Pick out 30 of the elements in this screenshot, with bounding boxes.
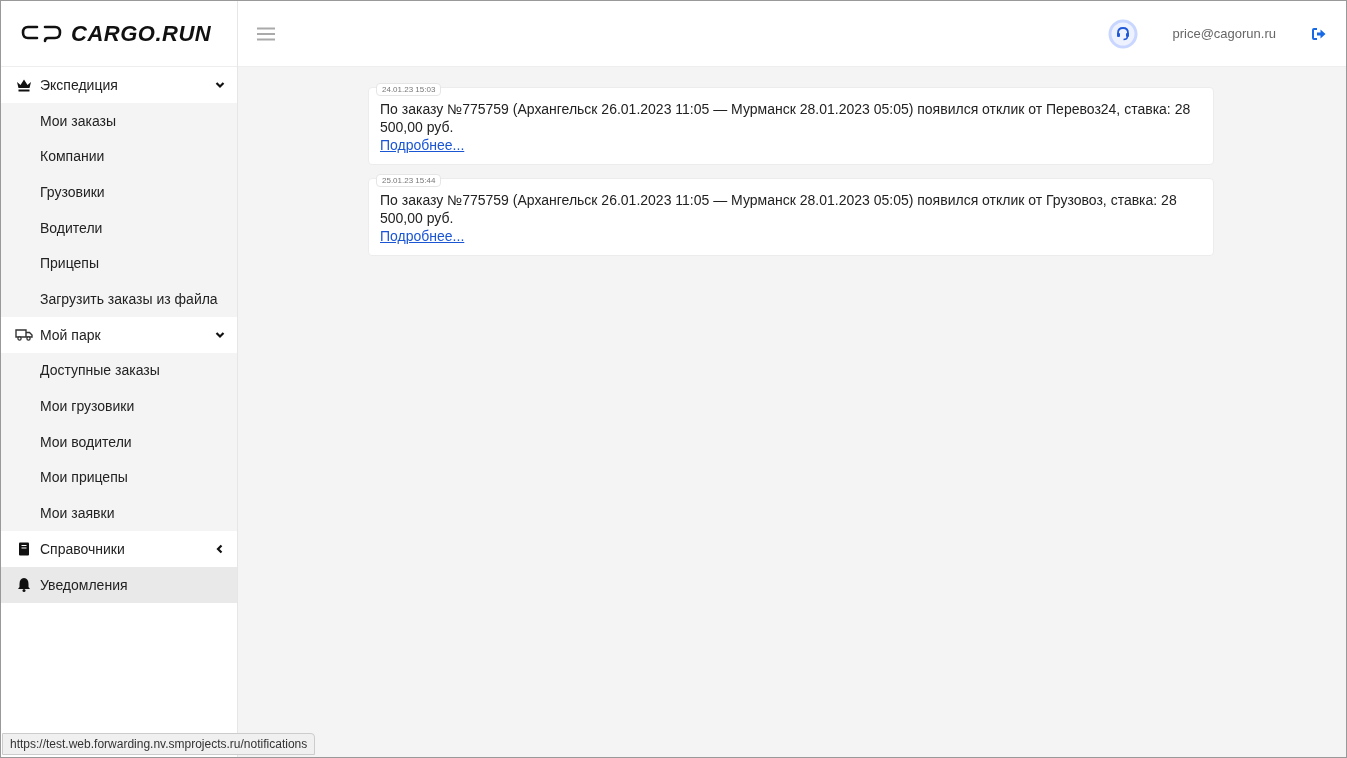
chevron-left-icon bbox=[215, 543, 225, 554]
logo-text: CARGO.RUN bbox=[71, 20, 212, 47]
logo-icon bbox=[21, 23, 63, 44]
sidebar-item[interactable]: Мои водители bbox=[1, 423, 237, 460]
crown-icon bbox=[15, 78, 33, 92]
details-link[interactable]: Подробнее... bbox=[380, 137, 465, 153]
notification-time: 25.01.23 15:44 bbox=[376, 174, 442, 187]
chevron-down-icon bbox=[215, 329, 225, 340]
sidebar-item[interactable]: Мои грузовики bbox=[1, 388, 237, 424]
sidebar-item[interactable]: Мои прицепы bbox=[1, 459, 237, 495]
notification-text: По заказу №775759 (Архангельск 26.01.2023 11:05 — Мурманск 28.01.2023 05:05) появился отклик от Грузовоз, ставка: 28 500,00 руб. bbox=[380, 191, 1178, 227]
sidebar-item[interactable]: Загрузить заказы из файла bbox=[1, 280, 237, 317]
sidebar-item[interactable]: Компании bbox=[1, 138, 237, 175]
notification-text: По заказу №775759 (Архангельск 26.01.2023 11:05 — Мурманск 28.01.2023 05:05) появился отклик от Перевоз24, ставка: 28 500,00 руб. bbox=[380, 100, 1192, 136]
logout-icon[interactable] bbox=[1312, 27, 1326, 40]
sidebar-item[interactable]: Водители bbox=[1, 209, 237, 246]
user-email: price@cagorun.ru bbox=[1172, 26, 1276, 41]
sidebar-group-item[interactable]: Уведомления bbox=[1, 566, 237, 603]
truck-icon bbox=[15, 328, 33, 342]
sidebar-item[interactable]: Грузовики bbox=[1, 174, 237, 210]
sidebar-item[interactable]: Доступные заказы bbox=[1, 352, 237, 389]
chevron-down-icon bbox=[215, 80, 225, 90]
sidebar-item[interactable]: Мои заказы bbox=[1, 103, 237, 139]
status-bar-url: https://test.web.forwarding.nv.smprojects.ru/notifications bbox=[2, 733, 316, 755]
sidebar-item[interactable]: Прицепы bbox=[1, 245, 237, 281]
bell-icon bbox=[15, 577, 33, 593]
notification-time: 24.01.23 15:03 bbox=[376, 83, 442, 96]
details-link[interactable]: Подробнее... bbox=[380, 228, 465, 244]
sidebar-item[interactable]: Мои заявки bbox=[1, 494, 237, 531]
headset-icon[interactable] bbox=[1108, 18, 1139, 49]
